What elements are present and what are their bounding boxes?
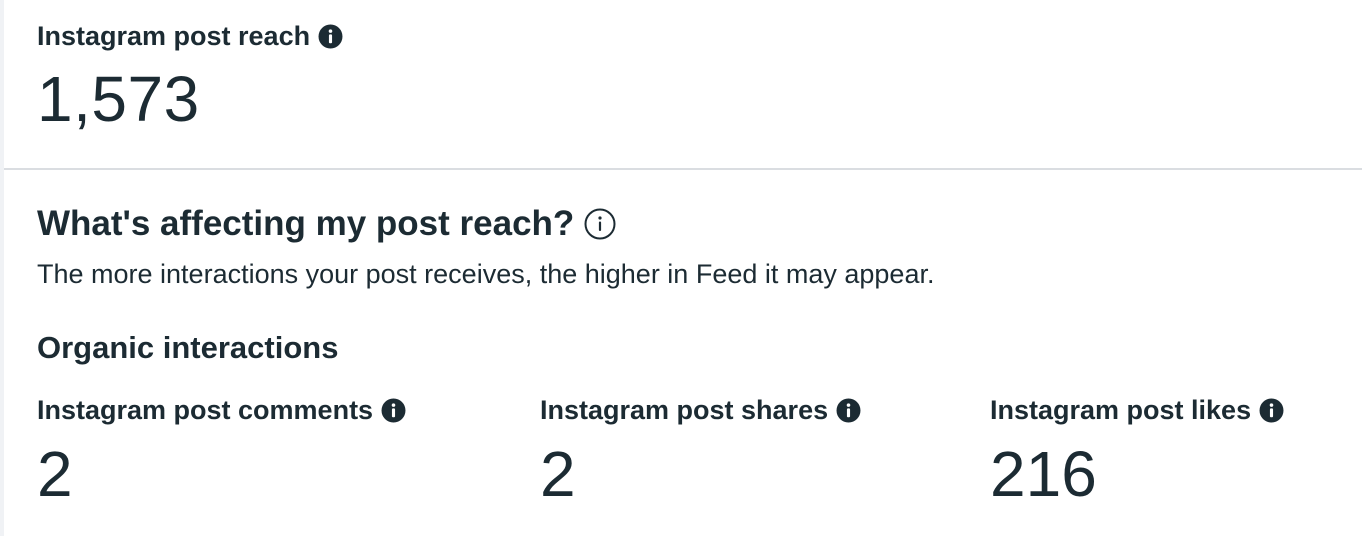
- affecting-reach-title: What's affecting my post reach?: [37, 204, 575, 243]
- likes-metric: Instagram post likes 216: [990, 392, 1284, 510]
- info-icon[interactable]: [836, 398, 861, 423]
- likes-label: Instagram post likes: [990, 395, 1252, 425]
- post-reach-label: Instagram post reach: [37, 21, 311, 51]
- shares-label: Instagram post shares: [540, 395, 829, 425]
- shares-metric: Instagram post shares 2: [540, 392, 861, 510]
- likes-label-row: Instagram post likes: [990, 392, 1284, 428]
- post-reach-section: Instagram post reach 1,573: [37, 18, 343, 135]
- info-outline-icon[interactable]: [584, 208, 616, 240]
- post-reach-label-row: Instagram post reach: [37, 18, 343, 54]
- comments-metric: Instagram post comments 2: [37, 392, 406, 510]
- likes-value: 216: [990, 438, 1097, 510]
- left-panel-edge: [0, 0, 4, 536]
- affecting-reach-heading: What's affecting my post reach?: [37, 202, 616, 246]
- shares-value: 2: [540, 438, 576, 510]
- comments-label-row: Instagram post comments: [37, 392, 406, 428]
- affecting-reach-description: The more interactions your post receives…: [37, 259, 935, 289]
- info-icon[interactable]: [318, 24, 343, 49]
- info-icon[interactable]: [381, 398, 406, 423]
- section-divider: [4, 168, 1362, 170]
- comments-label: Instagram post comments: [37, 395, 374, 425]
- comments-value: 2: [37, 438, 73, 510]
- info-icon[interactable]: [1259, 398, 1284, 423]
- organic-interactions-title: Organic interactions: [37, 330, 339, 365]
- post-reach-value: 1,573: [37, 63, 200, 135]
- shares-label-row: Instagram post shares: [540, 392, 861, 428]
